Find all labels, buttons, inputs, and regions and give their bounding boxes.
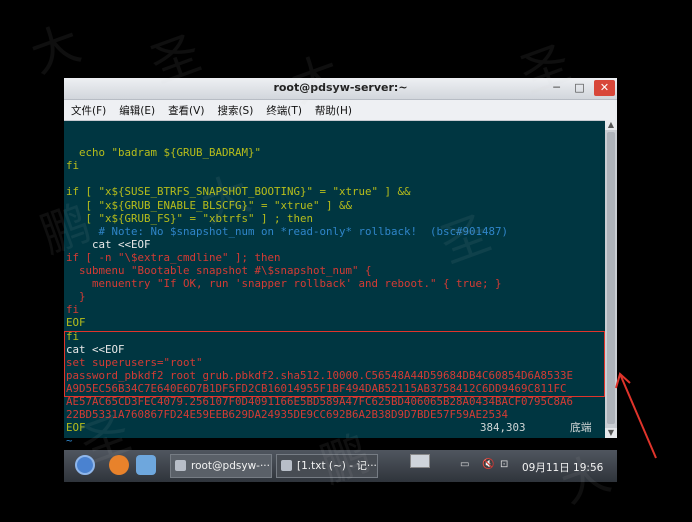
close-button[interactable]: ✕ [594, 80, 615, 96]
scroll-position: 底端 [570, 421, 592, 434]
show-desktop-button[interactable] [410, 454, 430, 468]
maximize-button[interactable]: □ [569, 80, 590, 96]
menu-search[interactable]: 搜索(S) [217, 103, 253, 118]
terminal-lines: echo "badram ${GRUB_BADRAM}" fi if [ "x${S… [64, 146, 605, 447]
highlight-box [64, 331, 605, 397]
minimize-button[interactable]: ─ [546, 80, 567, 96]
terminal-icon [175, 460, 186, 471]
terminal-line: echo "badram ${GRUB_BADRAM}" [66, 146, 262, 160]
terminal-line: if [ "x${SUSE_BTRFS_SNAPSHOT_BOOTING}" =… [66, 185, 411, 199]
terminal-line: cat <<EOF [66, 237, 151, 251]
menu-edit[interactable]: 编辑(E) [119, 103, 155, 118]
terminal-line: [ "x${GRUB_FS}" = "xbtrfs" ] ; then [66, 211, 314, 225]
keyboard-icon[interactable]: ▭ [460, 459, 469, 470]
cursor-position: 384,303 [480, 421, 526, 434]
menu-terminal[interactable]: 终端(T) [266, 103, 302, 118]
terminal-line: 22BD5331A760867FD24E59EEB629DA24935DE9CC… [66, 408, 509, 422]
taskbar-item-editor[interactable]: [1.txt (~) - 记··· [276, 454, 378, 478]
terminal-line: fi [66, 159, 80, 173]
terminal-line: } [66, 290, 86, 304]
taskbar-item-terminal[interactable]: root@pdsyw-··· [170, 454, 272, 478]
start-menu-icon[interactable] [75, 455, 95, 475]
terminal-line: fi [66, 303, 80, 317]
network-icon[interactable]: ⊡ [500, 459, 508, 470]
terminal-line: EOF [66, 316, 86, 330]
taskbar-item-label: [1.txt (~) - 记··· [297, 460, 377, 472]
text-editor-icon [281, 460, 292, 471]
title-bar[interactable]: root@pdsyw-server:~ ─ □ ✕ [64, 78, 617, 100]
annotation-arrow-icon [615, 372, 657, 459]
menu-view[interactable]: 查看(V) [168, 103, 204, 118]
window-title: root@pdsyw-server:~ [273, 81, 408, 94]
terminal-line: submenu "Bootable snapshot #\$snapshot_n… [66, 264, 372, 278]
scroll-up-arrow-icon[interactable]: ▲ [605, 120, 617, 130]
terminal-line: menuentry "If OK, run 'snapper rollback'… [66, 277, 502, 291]
taskbar: root@pdsyw-··· [1.txt (~) - 记··· ▭ 🔇 ⊡ 0… [64, 450, 617, 482]
menu-help[interactable]: 帮助(H) [315, 103, 352, 118]
taskbar-item-label: root@pdsyw-··· [191, 460, 270, 472]
clock[interactable]: 09月11日 19:56 [522, 460, 603, 475]
vim-status-line: 384,303 底端 [64, 421, 605, 435]
menu-bar: 文件(F) 编辑(E) 查看(V) 搜索(S) 终端(T) 帮助(H) [64, 100, 617, 121]
firefox-icon[interactable] [109, 455, 129, 475]
volume-muted-icon[interactable]: 🔇 [482, 459, 494, 470]
menu-file[interactable]: 文件(F) [71, 103, 106, 118]
terminal-line: ~ [66, 434, 73, 448]
terminal-line: [ "x${GRUB_ENABLE_BLSCFG}" = "xtrue" ] &… [66, 198, 353, 212]
watermark: 大 [23, 15, 88, 85]
terminal-line: if [ -n "\$extra_cmdline" ]; then [66, 250, 281, 264]
terminal-line: # Note: No $snapshot_num on *read-only* … [66, 224, 509, 238]
file-manager-icon[interactable] [136, 455, 156, 475]
